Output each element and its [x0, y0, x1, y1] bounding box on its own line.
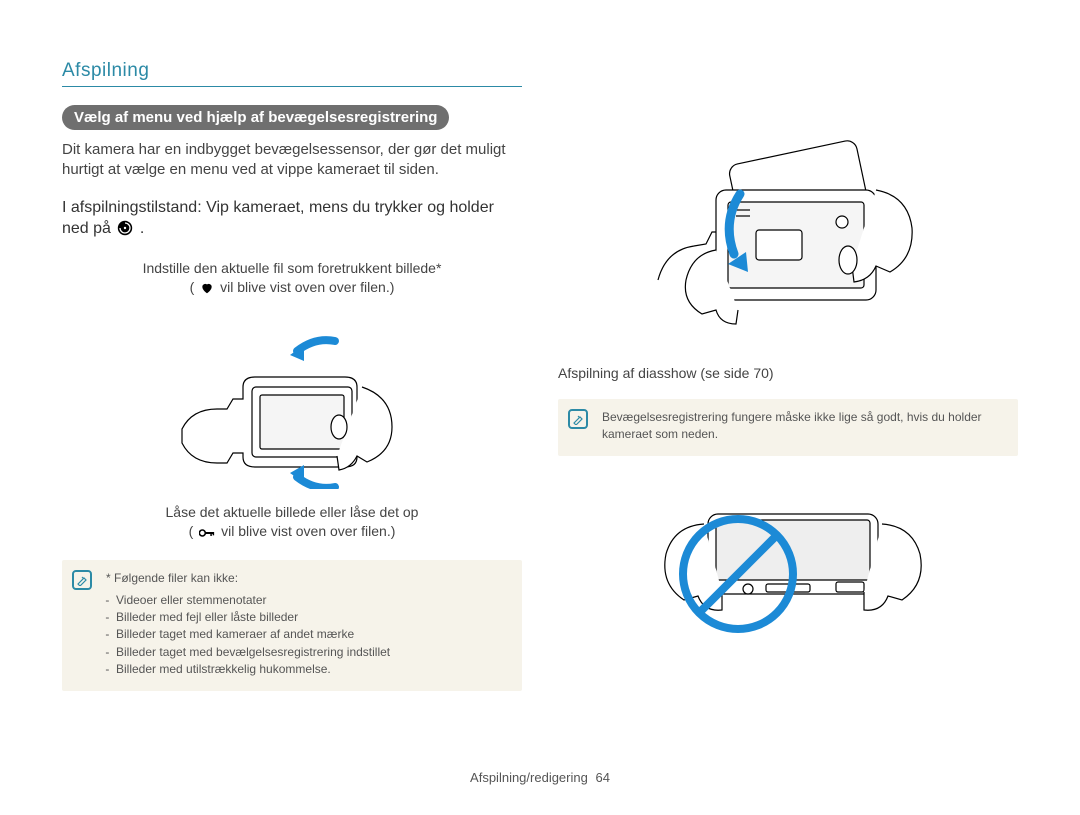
- footer-section: Afspilning/redigering: [470, 770, 588, 785]
- section-title: Afspilning: [62, 60, 522, 87]
- note-icon: [568, 409, 588, 429]
- left-column: Afspilning Vælg af menu ved hjælp af bev…: [62, 60, 522, 691]
- note-box-right: Bevægelsesregistrering fungere måske ikk…: [558, 399, 1018, 456]
- right-column: Afspilning af diasshow (se side 70) Bevæ…: [558, 60, 1018, 691]
- slideshow-caption: Afspilning af diasshow (se side 70): [558, 364, 1018, 383]
- lock-caption: Låse det aktuelle billede eller låse det…: [62, 503, 522, 544]
- subsection-pill: Vælg af menu ved hjælp af bevægelsesregi…: [62, 105, 449, 130]
- motion-trigger-icon: [117, 220, 133, 243]
- tilt-vertical-illustration: [62, 309, 522, 489]
- note-item: Billeder med utilstrækkelig hukommelse.: [116, 661, 510, 678]
- note-item: Billeder taget med bevælgelsesregistreri…: [116, 644, 510, 661]
- note-icon: [72, 570, 92, 590]
- wrong-hold-illustration: [558, 474, 1018, 644]
- note-box-left: * Følgende filer kan ikke: Videoer eller…: [62, 560, 522, 690]
- note-text: Bevægelsesregistrering fungere måske ikk…: [602, 409, 1006, 444]
- tilt-side-illustration: [558, 130, 1018, 350]
- note-item: Billeder taget med kameraer af andet mær…: [116, 626, 510, 643]
- note-list: Videoer eller stemmenotater Billeder med…: [106, 592, 510, 679]
- favorite-caption: Indstille den aktuelle fil som foretrukk…: [62, 259, 522, 300]
- intro-text: Dit kamera har en indbygget bevægelsesse…: [62, 140, 522, 181]
- note-item: Billeder med fejl eller låste billeder: [116, 609, 510, 626]
- instruction-post: .: [140, 220, 144, 237]
- note-item: Videoer eller stemmenotater: [116, 592, 510, 609]
- footer-page-number: 64: [595, 770, 609, 785]
- note-header: * Følgende filer kan ikke:: [106, 570, 510, 587]
- instruction-text: I afspilningstilstand: Vip kameraet, men…: [62, 197, 522, 243]
- heart-icon: [200, 281, 214, 300]
- page-footer: Afspilning/redigering 64: [0, 770, 1080, 785]
- key-icon: [199, 525, 215, 544]
